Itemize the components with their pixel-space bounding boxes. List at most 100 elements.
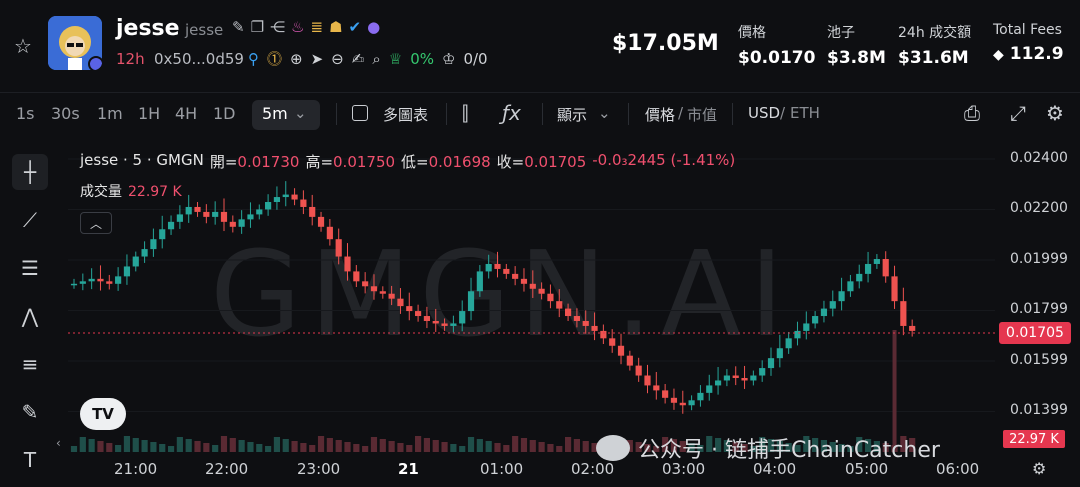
candle-body [397, 298, 404, 307]
volume-bar [300, 443, 307, 452]
candle-body [203, 211, 210, 217]
open-value: 0.01730 [237, 153, 300, 171]
candle-body [785, 338, 792, 349]
volume-bar [415, 436, 422, 452]
volume-bar [582, 441, 589, 452]
volume-bar [185, 439, 192, 452]
candle-body [803, 323, 810, 331]
candle-body [423, 316, 431, 321]
candle-body [256, 209, 263, 215]
candle-body [441, 323, 448, 326]
candle-body [714, 380, 722, 386]
candle-body [503, 268, 510, 274]
candle-body [88, 278, 95, 282]
x-tick: 06:00 [936, 460, 980, 478]
volume-bar [397, 443, 404, 452]
low-label: 低= [401, 153, 429, 171]
volume-bar [79, 437, 86, 452]
candle-body [159, 229, 166, 240]
volume-bar [256, 444, 263, 452]
candle-body [538, 288, 545, 294]
candle-body [556, 301, 563, 309]
candle-body [838, 291, 845, 302]
x-tick: 21 [398, 460, 419, 478]
candle-body [379, 291, 386, 294]
candle-body [767, 358, 775, 369]
ohlc-legend: jesse · 5 · GMGN 開=0.01730 高=0.01750 低=0… [80, 151, 735, 172]
close-value: 0.01705 [524, 153, 587, 171]
volume-bar [432, 440, 439, 452]
volume-bar [212, 445, 219, 452]
candle-body [388, 293, 395, 299]
candle-body [776, 348, 783, 359]
axis-settings-icon[interactable]: ⚙ [1032, 459, 1046, 478]
candle-body [476, 271, 483, 292]
candlestick-chart[interactable] [0, 0, 1080, 487]
volume-bar [362, 446, 369, 452]
legend-high: 高=0.01750 [305, 151, 395, 172]
candle-body [864, 263, 872, 274]
candle-body [494, 263, 501, 269]
volume-value: 22.97 K [128, 184, 182, 200]
candle-body [679, 402, 686, 406]
candle-body [723, 375, 730, 381]
candle-body [450, 323, 457, 326]
volume-bar [573, 439, 580, 452]
volume-bar [353, 444, 360, 452]
candle-body [626, 355, 633, 366]
volume-tag: 22.97 K [1003, 430, 1065, 448]
volume-bar [115, 445, 122, 452]
volume-bar [423, 438, 431, 452]
volume-bar [512, 436, 519, 452]
candle-body [873, 259, 880, 264]
candle-body [670, 397, 678, 403]
candle-body [635, 365, 642, 376]
candle-body [247, 214, 254, 220]
tradingview-logo[interactable]: TV [80, 398, 126, 430]
candle-body [70, 283, 78, 286]
volume-bar [467, 437, 475, 452]
legend-collapse-button[interactable]: ︿ [80, 212, 112, 234]
volume-bar [494, 443, 501, 452]
high-value: 0.01750 [333, 153, 396, 171]
high-label: 高= [305, 153, 334, 171]
volume-bar [406, 445, 413, 452]
candle-body [335, 239, 342, 257]
candle-body [309, 206, 316, 217]
volume-bar [220, 436, 228, 452]
candle-body [485, 263, 492, 272]
candle-body [167, 221, 175, 230]
candle-body [97, 278, 104, 282]
volume-bar [556, 446, 563, 452]
candle-body [176, 214, 183, 222]
candle-body [706, 385, 713, 393]
low-value: 0.01698 [428, 153, 491, 171]
volume-bar [450, 444, 457, 452]
candle-body [829, 301, 836, 309]
x-tick: 02:00 [571, 460, 615, 478]
candle-body [891, 276, 898, 302]
volume-bar [335, 440, 342, 452]
volume-bar [317, 436, 325, 452]
candle-body [317, 216, 325, 227]
x-tick: 22:00 [205, 460, 249, 478]
volume-bar [485, 441, 492, 452]
x-tick: 04:00 [753, 460, 797, 478]
volume-bar [247, 442, 254, 452]
current-price-tag: 0.01705 [999, 322, 1071, 344]
candle-body [370, 286, 378, 292]
volume-bar [476, 439, 483, 452]
legend-change: -0.0₃2445 (-1.41%) [592, 151, 736, 169]
candle-body [856, 273, 863, 282]
y-tick: 0.02200 [1010, 200, 1068, 216]
volume-bar [88, 439, 95, 452]
candle-body [273, 197, 281, 203]
candle-body [467, 291, 475, 312]
volume-bar [106, 443, 113, 452]
volume-bar [159, 444, 166, 452]
volume-bar [282, 439, 289, 452]
candle-body [79, 281, 86, 284]
volume-bar [459, 446, 466, 452]
legend-open: 開=0.01730 [210, 151, 300, 172]
volume-bar [150, 442, 157, 452]
